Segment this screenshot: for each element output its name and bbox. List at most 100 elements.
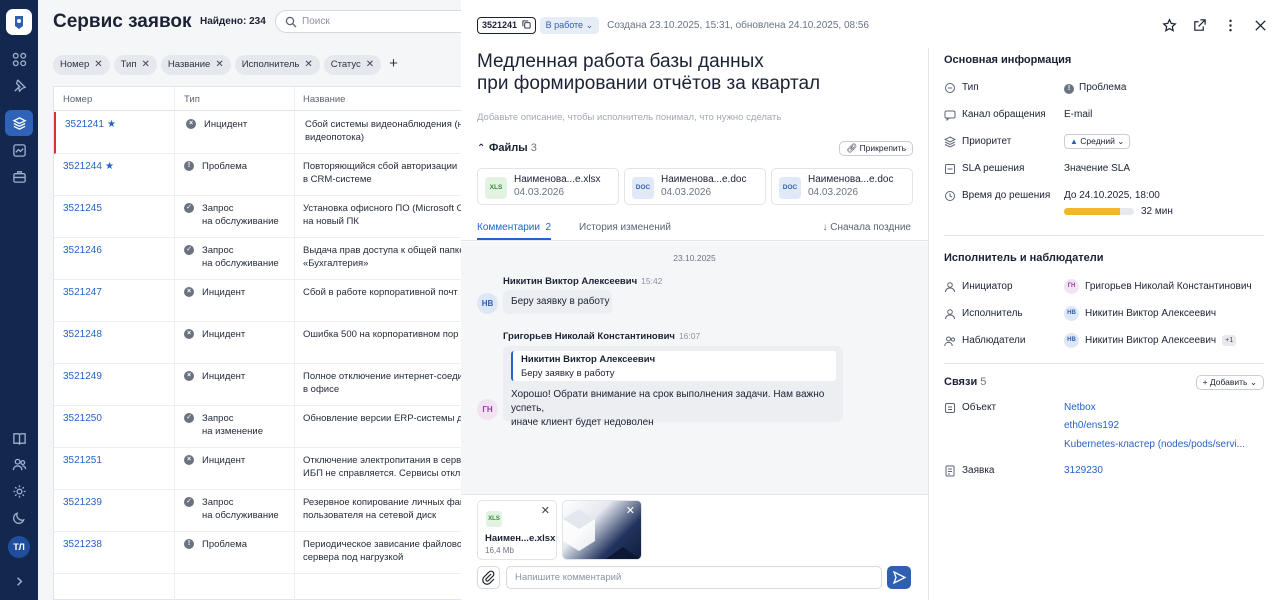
book-icon[interactable] (0, 425, 38, 451)
description-placeholder[interactable]: Добавьте описание, чтобы исполнитель пон… (477, 112, 781, 123)
app-logo[interactable] (6, 9, 32, 35)
remove-filter-icon[interactable]: ✕ (366, 59, 374, 70)
ticket-number-link[interactable]: 3521245 (63, 203, 102, 214)
column-header-name[interactable]: Название (303, 94, 345, 105)
table-row[interactable]: 3521251 × Инцидент Отключение электропитани… (54, 448, 468, 490)
ticket-number-link[interactable]: 3521247 (63, 287, 102, 298)
ticket-id-tag[interactable]: 3521241 (477, 17, 536, 34)
object-link-netbox[interactable]: Netbox (1064, 402, 1096, 413)
search-input[interactable]: Поиск (275, 10, 468, 33)
file-card[interactable]: DOC Наименова...e.doc 04.03.2026 (771, 168, 913, 205)
layers-icon[interactable] (0, 110, 38, 136)
column-header-type[interactable]: Тип (184, 94, 200, 105)
pin-icon[interactable] (0, 72, 38, 98)
filter-chip[interactable]: Исполнитель ✕ (234, 55, 320, 75)
star-icon[interactable]: ★ (107, 119, 116, 130)
watchers-more-badge[interactable]: +1 (1222, 335, 1237, 346)
filter-chip[interactable]: Статус ✕ (323, 55, 382, 75)
avatar[interactable]: ГН (477, 399, 498, 420)
remove-upload-icon[interactable]: ✕ (626, 504, 635, 517)
ticket-title[interactable]: Медленная работа базы данных при формиров… (477, 51, 877, 95)
table-row[interactable]: 3521247 × Инцидент Сбой в работе корпоратив… (54, 280, 468, 322)
ticket-number-link[interactable]: 3521246 (63, 245, 102, 256)
table-row[interactable]: 3521248 × Инцидент Ошибка 500 на корпоратив… (54, 322, 468, 364)
status-dropdown[interactable]: В работе ⌄ (539, 17, 600, 34)
column-header-number[interactable]: Номер (63, 94, 92, 105)
person-icon (945, 309, 955, 320)
settings-icon[interactable] (0, 478, 38, 504)
assignee-value[interactable]: НВ Никитин Виктор Алексеевич (1064, 306, 1216, 321)
filter-chip[interactable]: Тип ✕ (113, 55, 157, 75)
incident-icon: × (184, 287, 194, 297)
ticket-number-link[interactable]: 3521248 (63, 329, 102, 340)
remove-filter-icon[interactable]: ✕ (141, 59, 149, 70)
filter-chip[interactable]: Номер ✕ (53, 55, 110, 75)
star-icon[interactable] (1161, 18, 1177, 33)
briefcase-icon[interactable] (0, 163, 38, 189)
search-icon (285, 16, 297, 28)
comment-input[interactable]: Напишите комментарий (506, 566, 882, 589)
channel-value[interactable]: E-mail (1064, 109, 1092, 120)
moon-icon[interactable] (0, 504, 38, 530)
sort-button[interactable]: ↓ Сначала поздние (822, 222, 911, 233)
avatar[interactable]: НВ (477, 293, 498, 314)
open-external-icon[interactable] (1192, 18, 1207, 33)
add-link-button[interactable]: + Добавить ⌄ (1195, 375, 1264, 390)
star-icon[interactable]: ★ (105, 161, 114, 172)
chevron-right-icon[interactable] (0, 568, 38, 594)
attach-button[interactable]: 🔗︎ Прикрепить (839, 141, 913, 156)
ticket-number-link[interactable]: 3521238 (63, 539, 102, 550)
file-card[interactable]: XLS Наименова...e.xlsx 04.03.2026 (477, 168, 619, 205)
watchers-value[interactable]: НВ Никитин Виктор Алексеевич +1 (1064, 333, 1237, 348)
attach-file-button[interactable] (477, 566, 500, 589)
remove-upload-icon[interactable]: ✕ (541, 504, 550, 517)
table-row[interactable]: 3521241 ★ × Инцидент Сбой системы видеонаблю… (54, 112, 468, 154)
doc-file-icon: DOC (632, 177, 654, 199)
upload-file-card[interactable]: ✕ XLS Наимен...e.xlsx 16,4 Mb (477, 500, 557, 560)
tab-history[interactable]: История изменений (579, 222, 671, 233)
ticket-number-link[interactable]: 3521244 ★ (63, 161, 114, 172)
sla-value[interactable]: Значение SLA (1064, 163, 1130, 174)
object-link-interface[interactable]: eth0/ens192 (1064, 420, 1119, 431)
ticket-number-link[interactable]: 3521249 (63, 371, 102, 382)
request-icon: ✓ (184, 245, 194, 255)
ticket-type: × Инцидент (184, 328, 287, 341)
filter-chip[interactable]: Название ✕ (160, 55, 231, 75)
add-filter-icon[interactable]: + (389, 55, 398, 73)
ticket-number-link[interactable]: 3521239 (63, 497, 102, 508)
comment-composer: ✕ XLS Наимен...e.xlsx 16,4 Mb ✕ Напишите… (461, 494, 928, 600)
sla-label: SLA решения (962, 163, 1025, 174)
ticket-number: 3521249 (63, 371, 102, 382)
table-row[interactable]: 3521245 ✓ Запрос на обслуживание Установка о… (54, 196, 468, 238)
table-row[interactable]: 3521246 ✓ Запрос на обслуживание Выдача прав… (54, 238, 468, 280)
close-icon[interactable] (1253, 18, 1268, 33)
remove-filter-icon[interactable]: ✕ (215, 59, 223, 70)
related-ticket-link[interactable]: 3129230 (1064, 465, 1103, 476)
ticket-number-link[interactable]: 3521241 ★ (65, 119, 116, 130)
user-avatar[interactable]: ТЛ (8, 536, 30, 558)
ticket-number-link[interactable]: 3521251 (63, 455, 102, 466)
table-row[interactable]: 3521238! Проблема Периодическое зависание … (54, 532, 468, 574)
quoted-message[interactable]: Никитин Виктор Алексеевич Беру заявку в … (511, 351, 836, 381)
object-link-kubernetes[interactable]: Kubernetes-кластер (nodes/pods/servi... (1064, 439, 1245, 450)
table-row[interactable]: 3521239 ✓ Запрос на обслуживание Резервное к… (54, 490, 468, 532)
users-icon[interactable] (0, 451, 38, 477)
ticket-number-link[interactable]: 3521250 (63, 413, 102, 424)
upload-image-thumbnail[interactable]: ✕ (562, 500, 642, 560)
monitor-chart-icon[interactable] (0, 137, 38, 163)
remove-filter-icon[interactable]: ✕ (94, 59, 102, 70)
remove-filter-icon[interactable]: ✕ (304, 59, 312, 70)
initiator-value[interactable]: ГН Григорьев Николай Константинович (1064, 279, 1252, 294)
table-row[interactable]: 3521244 ★! Проблема Повторяющийся сбой авто… (54, 154, 468, 196)
more-icon[interactable] (1223, 18, 1238, 33)
table-row[interactable]: 3521249 × Инцидент Полное отключение интерн… (54, 364, 468, 406)
tab-comments[interactable]: Комментарии 2 (477, 222, 552, 240)
grid-icon[interactable] (0, 46, 38, 72)
table-row[interactable]: 3521250 ✓ Запрос на изменение Обновление вер… (54, 406, 468, 448)
file-card[interactable]: DOC Наименова...e.doc 04.03.2026 (624, 168, 766, 205)
ticket-type-label: Проблема (202, 539, 248, 550)
priority-dropdown[interactable]: ▲ Средний ⌄ (1064, 134, 1131, 149)
type-value[interactable]: ! Проблема (1064, 82, 1126, 94)
ticket-name: Периодическое зависание файловог сервера … (303, 539, 466, 563)
send-button[interactable] (887, 566, 911, 589)
